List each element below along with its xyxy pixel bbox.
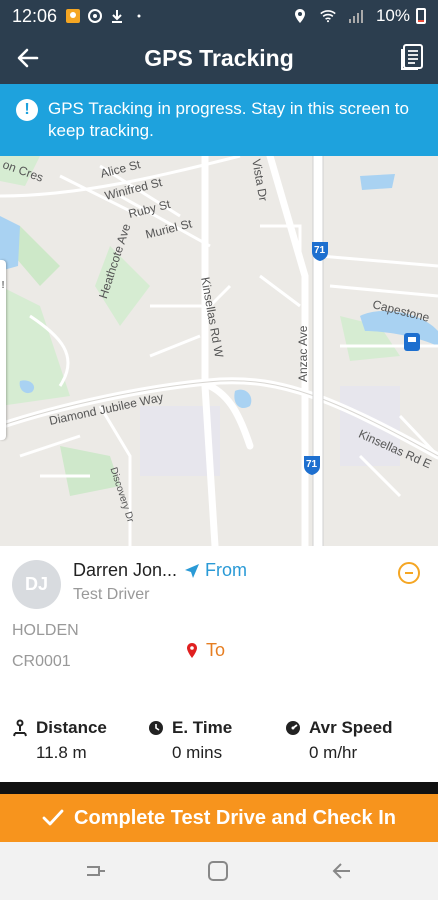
from-label: From <box>205 560 247 580</box>
app-notification-icon <box>65 8 81 24</box>
test-drive-card: DJ Darren Jon... Test Driver From HOLDEN… <box>0 546 438 782</box>
home-icon[interactable] <box>206 859 230 883</box>
system-back-icon[interactable] <box>330 859 354 883</box>
map-label-anzac: Anzac Ave <box>296 325 310 382</box>
info-icon: ! <box>16 99 38 121</box>
speedometer-icon <box>286 721 300 735</box>
alert-icon: ! <box>1 280 5 291</box>
complete-test-drive-button[interactable]: Complete Test Drive and Check In <box>0 794 438 842</box>
to-label: To <box>206 640 226 660</box>
back-arrow-icon[interactable] <box>14 44 42 72</box>
dot-icon <box>131 8 147 24</box>
wifi-icon <box>320 8 336 24</box>
to-location[interactable]: To <box>186 640 225 661</box>
complete-button-label: Complete Test Drive and Check In <box>74 806 396 829</box>
time-label: E. Time <box>172 718 233 737</box>
distance-label: Distance <box>36 718 107 737</box>
side-drawer-handle[interactable]: ! <box>0 260 6 440</box>
status-time: 12:06 <box>12 5 58 26</box>
vehicle-plate: CR0001 <box>12 653 71 670</box>
trip-stats: Distance 11.8 m E. Time 0 mins Avr Speed… <box>0 718 438 774</box>
stat-speed: Avr Speed 0 m/hr <box>285 718 392 763</box>
download-icon <box>109 8 125 24</box>
collapse-button[interactable] <box>398 562 420 584</box>
location-icon <box>292 8 308 24</box>
clock-icon <box>149 721 163 735</box>
stat-time: E. Time 0 mins <box>148 718 232 763</box>
time-value: 0 mins <box>172 743 223 762</box>
battery-icon <box>416 8 426 24</box>
speed-value: 0 m/hr <box>309 743 358 762</box>
status-bar: 12:06 10% <box>0 0 438 32</box>
map-route-label-1: 71 <box>314 245 326 256</box>
screen: 12:06 10% GPS Tracking ! GPS Tracking in… <box>0 0 438 900</box>
divider <box>0 782 438 794</box>
check-icon <box>42 809 64 826</box>
map-pin-icon <box>187 642 197 658</box>
page-title: GPS Tracking <box>144 44 294 71</box>
recent-apps-icon[interactable] <box>84 859 108 883</box>
map-view[interactable]: ! Alice St Winifred St Ruby St Muriel St… <box>0 156 438 546</box>
status-right: 10% <box>292 6 426 26</box>
signal-icon <box>348 8 364 24</box>
distance-value: 11.8 m <box>36 743 87 762</box>
minus-icon <box>405 572 413 574</box>
battery-percent: 10% <box>375 6 410 25</box>
app-bar: GPS Tracking <box>0 32 438 84</box>
document-list-icon[interactable] <box>400 43 426 71</box>
navigation-arrow-icon <box>185 563 199 578</box>
map-route-label-2: 71 <box>306 459 318 470</box>
sync-icon <box>87 8 103 24</box>
speed-label: Avr Speed <box>309 718 393 737</box>
tracking-banner: ! GPS Tracking in progress. Stay in this… <box>0 84 438 156</box>
driver-name: Darren Jon... <box>73 560 178 580</box>
stat-distance: Distance 11.8 m <box>12 718 107 763</box>
banner-message: GPS Tracking in progress. Stay in this s… <box>48 99 409 140</box>
avatar: DJ <box>12 560 61 609</box>
from-location[interactable]: From <box>184 560 247 581</box>
vehicle-make: HOLDEN <box>12 622 79 639</box>
route-distance-icon <box>13 719 27 737</box>
system-nav-bar <box>0 842 438 900</box>
driver-role: Test Driver <box>73 586 150 603</box>
